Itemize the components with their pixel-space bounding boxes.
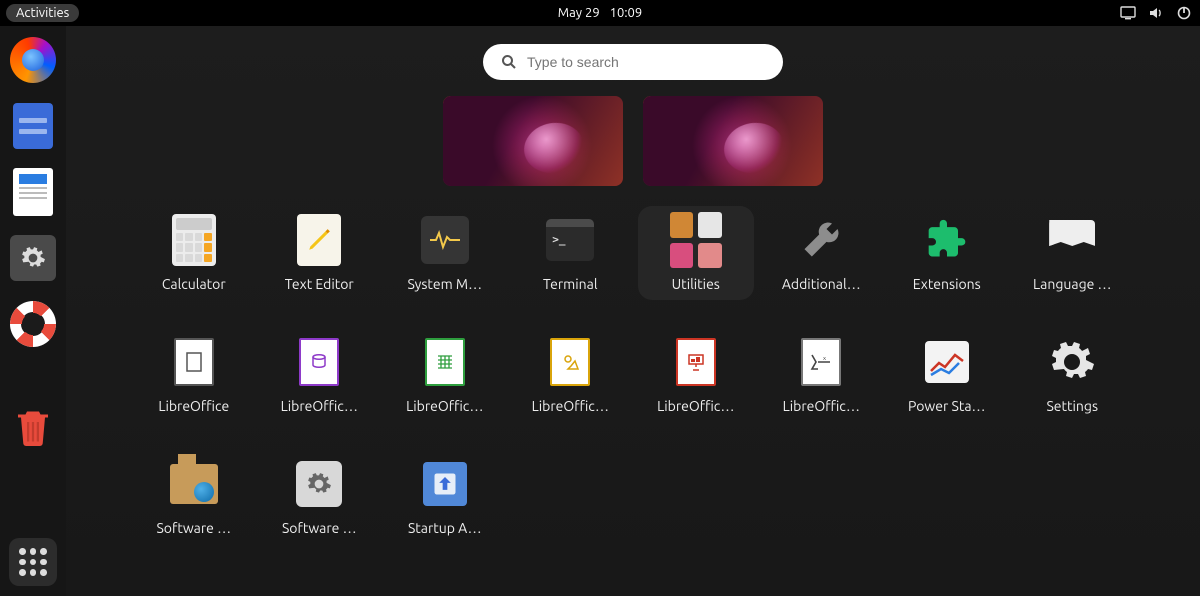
app-label: Calculator [162, 276, 226, 292]
app-label: Software … [156, 520, 231, 536]
app-additional-drivers[interactable]: Additional… [764, 206, 880, 300]
wallpaper-thumbnail [443, 96, 623, 186]
app-libreoffice-impress[interactable]: LibreOffic… [638, 328, 754, 422]
app-label: LibreOffic… [657, 398, 734, 414]
firefox-icon [10, 37, 56, 83]
search-input[interactable] [527, 54, 765, 70]
volume-icon[interactable] [1148, 5, 1164, 21]
dock [0, 26, 66, 596]
app-startup-applications[interactable]: Startup A… [387, 450, 503, 544]
top-bar: Activities May 29 10:09 [0, 0, 1200, 26]
app-label: Extensions [913, 276, 981, 292]
system-tray[interactable] [1120, 5, 1192, 21]
activities-button[interactable]: Activities [6, 4, 79, 22]
search-bar[interactable] [483, 44, 783, 80]
software-sources-icon [170, 464, 218, 504]
app-libreoffice-calc[interactable]: LibreOffic… [387, 328, 503, 422]
libreoffice-math-icon: x [801, 338, 841, 386]
flag-icon [1049, 220, 1095, 260]
app-label: Additional… [782, 276, 861, 292]
app-extensions[interactable]: Extensions [889, 206, 1005, 300]
app-language-support[interactable]: Language … [1015, 206, 1131, 300]
app-label: Utilities [672, 276, 720, 292]
show-applications-button[interactable] [9, 538, 57, 586]
app-label: Software … [282, 520, 357, 536]
calculator-icon [172, 214, 216, 266]
libreoffice-calc-icon [425, 338, 465, 386]
time-label: 10:09 [610, 6, 643, 20]
power-stats-icon [925, 341, 969, 383]
software-updater-icon [296, 461, 342, 507]
dock-item-settings[interactable] [9, 234, 57, 282]
puzzle-icon [921, 214, 973, 266]
search-icon [501, 54, 517, 70]
app-label: Text Editor [285, 276, 354, 292]
system-monitor-icon [421, 216, 469, 264]
app-label: Language … [1033, 276, 1112, 292]
app-label: LibreOffice [158, 398, 229, 414]
app-system-monitor[interactable]: System M… [387, 206, 503, 300]
svg-text:x: x [823, 355, 826, 362]
wallpaper-thumbnail [643, 96, 823, 186]
dock-item-trash[interactable] [9, 404, 57, 452]
app-label: LibreOffic… [406, 398, 483, 414]
app-libreoffice-base[interactable]: LibreOffic… [262, 328, 378, 422]
app-power-statistics[interactable]: Power Sta… [889, 328, 1005, 422]
tools-icon [795, 214, 847, 266]
libreoffice-start-icon [174, 338, 214, 386]
workspace-thumb-1[interactable] [443, 96, 623, 186]
dock-item-writer[interactable] [9, 168, 57, 216]
power-icon[interactable] [1176, 5, 1192, 21]
app-software-updater[interactable]: Software … [262, 450, 378, 544]
libreoffice-base-icon [299, 338, 339, 386]
workspace-thumb-2[interactable] [643, 96, 823, 186]
app-terminal[interactable]: >_ Terminal [513, 206, 629, 300]
files-icon [13, 103, 53, 149]
date-label: May 29 [558, 6, 600, 20]
trash-icon [15, 408, 51, 448]
app-utilities-folder[interactable]: Utilities [638, 206, 754, 300]
settings-icon [10, 235, 56, 281]
app-label: Terminal [543, 276, 598, 292]
dock-item-files[interactable] [9, 102, 57, 150]
app-software-sources[interactable]: Software … [136, 450, 252, 544]
apps-grid-icon [19, 548, 47, 576]
text-editor-icon [297, 214, 341, 266]
help-icon [10, 301, 56, 347]
app-label: LibreOffic… [532, 398, 609, 414]
overview: Calculator Text Editor System M… >_ Term… [66, 26, 1200, 596]
app-label: Startup A… [408, 520, 482, 536]
terminal-icon: >_ [546, 219, 594, 261]
screen-icon[interactable] [1120, 5, 1136, 21]
workspace-switcher [66, 96, 1200, 186]
dock-item-help[interactable] [9, 300, 57, 348]
libreoffice-writer-icon [13, 168, 53, 216]
app-settings[interactable]: Settings [1015, 328, 1131, 422]
clock[interactable]: May 29 10:09 [558, 6, 642, 20]
app-label: LibreOffic… [281, 398, 358, 414]
libreoffice-draw-icon [550, 338, 590, 386]
utilities-folder-icon [670, 212, 722, 268]
settings-icon [1046, 336, 1098, 388]
app-label: LibreOffic… [783, 398, 860, 414]
app-libreoffice-draw[interactable]: LibreOffic… [513, 328, 629, 422]
app-label: Settings [1046, 398, 1098, 414]
app-libreoffice-math[interactable]: x LibreOffic… [764, 328, 880, 422]
libreoffice-impress-icon [676, 338, 716, 386]
startup-apps-icon [423, 462, 467, 506]
app-label: System M… [407, 276, 482, 292]
app-calculator[interactable]: Calculator [136, 206, 252, 300]
app-text-editor[interactable]: Text Editor [262, 206, 378, 300]
app-libreoffice[interactable]: LibreOffice [136, 328, 252, 422]
application-grid: Calculator Text Editor System M… >_ Term… [136, 206, 1130, 544]
app-label: Power Sta… [908, 398, 985, 414]
dock-item-firefox[interactable] [9, 36, 57, 84]
